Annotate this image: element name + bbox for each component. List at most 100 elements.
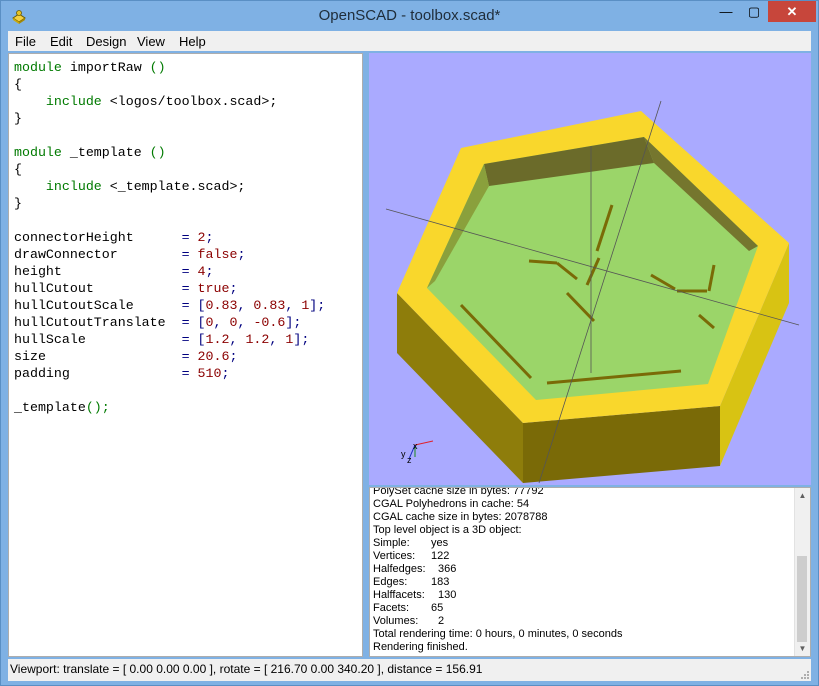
code-line[interactable]: hullCutoutScale = [0.83, 0.83, 1]; [14,297,325,314]
code-token: _template [14,400,86,415]
code-token: } [14,196,22,211]
close-button[interactable]: ✕ [768,1,816,22]
menu-design[interactable]: Design [86,34,126,49]
code-token: 20.6 [197,349,230,364]
console-key: Edges: [373,576,408,588]
code-token: , [213,315,230,330]
resize-grip-icon[interactable] [800,670,810,680]
code-line[interactable]: padding = 510; [14,365,325,382]
code-line[interactable]: drawConnector = false; [14,246,325,263]
maximize-button[interactable]: ▢ [740,1,768,22]
code-token: <logos/toolbox.scad>; [101,94,278,109]
code-token: = [181,247,198,262]
code-token: = [181,349,198,364]
code-token: } [14,111,22,126]
code-token: 1.2 [245,332,270,347]
3d-viewport[interactable]: x z y [369,53,811,485]
code-line[interactable]: } [14,110,325,127]
title-bar[interactable]: OpenSCAD - toolbox.scad* — ▢ ✕ [1,1,818,31]
code-line[interactable] [14,382,325,399]
code-token: = [ [181,298,206,313]
code-line[interactable]: _template(); [14,399,325,416]
code-token: 0 [205,315,214,330]
console-key: Top level object is a 3D object: [373,524,522,536]
code-token: hullCutoutScale [14,298,182,313]
console-scrollbar[interactable]: ▲ ▼ [794,488,810,656]
minimize-button[interactable]: — [712,1,740,22]
code-line[interactable]: height = 4; [14,263,325,280]
code-token: hullCutoutTranslate [14,315,182,330]
code-token: = [181,366,198,381]
code-line[interactable]: hullCutoutTranslate = [0, 0, -0.6]; [14,314,325,331]
code-token: 2 [197,230,206,245]
console-line: Edges: 183 [373,576,793,589]
code-token: ; [237,247,246,262]
code-token: = [181,281,198,296]
console-line: Total rendering time: 0 hours, 0 minutes… [373,628,793,641]
code-token: size [14,349,182,364]
code-line[interactable]: hullCutout = true; [14,280,325,297]
console-key: Simple: [373,537,410,549]
code-line[interactable] [14,212,325,229]
console-key: PolySet cache size in bytes: 77792 [373,487,544,497]
code-line[interactable]: { [14,76,325,93]
code-line[interactable]: include <logos/toolbox.scad>; [14,93,325,110]
code-line[interactable]: connectorHeight = 2; [14,229,325,246]
code-token: ]; [285,315,302,330]
code-token: , [237,315,254,330]
console-key: Vertices: [373,550,416,562]
code-token: module [14,60,62,75]
code-token: importRaw [61,60,150,75]
scroll-down-icon[interactable]: ▼ [795,641,810,656]
code-token: { [14,77,22,92]
code-editor[interactable]: module importRaw (){ include <logos/tool… [8,53,363,657]
menu-bar: File Edit Design View Help [8,31,811,51]
console-line: Top level object is a 3D object: [373,524,793,537]
console-panel[interactable]: PolySet cache size in bytes: 77792 CGAL P… [369,487,811,657]
code-token: ]; [293,332,310,347]
console-value: 122 [431,550,450,562]
code-line[interactable]: } [14,195,325,212]
code-token: { [14,162,22,177]
console-line: Facets: 65 [373,602,793,615]
code-line[interactable] [14,127,325,144]
console-line: Rendering finished. [373,641,793,654]
console-key: Halfedges: [373,563,426,575]
scroll-up-icon[interactable]: ▲ [795,488,810,503]
scroll-thumb[interactable] [797,556,807,642]
menu-help[interactable]: Help [179,34,206,49]
console-line: Simple: yes [373,537,793,550]
console-text: PolySet cache size in bytes: 77792 CGAL P… [373,487,793,654]
code-token: , [269,332,286,347]
code-token: true [197,281,230,296]
code-line[interactable]: module _template () [14,144,325,161]
code-token: () [149,145,166,160]
code-token: () [149,60,166,75]
console-key: CGAL Polyhedrons in cache: 54 [373,498,530,510]
console-key: Halffacets: [373,589,425,601]
code-token: = [ [181,332,206,347]
code-token: , [229,332,246,347]
code-token: 4 [197,264,206,279]
menu-edit[interactable]: Edit [50,34,72,49]
code-line[interactable]: size = 20.6; [14,348,325,365]
axis-z-label: z [407,455,412,465]
code-token: false [197,247,238,262]
code-token: include [45,94,102,109]
code-line[interactable]: module importRaw () [14,59,325,76]
code-token: (); [85,400,110,415]
code-line[interactable]: hullScale = [1.2, 1.2, 1]; [14,331,325,348]
code-token: ; [205,230,214,245]
code-line[interactable]: { [14,161,325,178]
code-text[interactable]: module importRaw (){ include <logos/tool… [14,59,325,416]
axis-y-label: y [401,449,406,459]
code-token: ; [205,264,214,279]
code-token: ]; [309,298,326,313]
menu-file[interactable]: File [15,34,36,49]
code-token: hullScale [14,332,182,347]
viewport-status: Viewport: translate = [ 0.00 0.00 0.00 ]… [10,662,483,676]
menu-view[interactable]: View [137,34,165,49]
code-line[interactable]: include <_template.scad>; [14,178,325,195]
